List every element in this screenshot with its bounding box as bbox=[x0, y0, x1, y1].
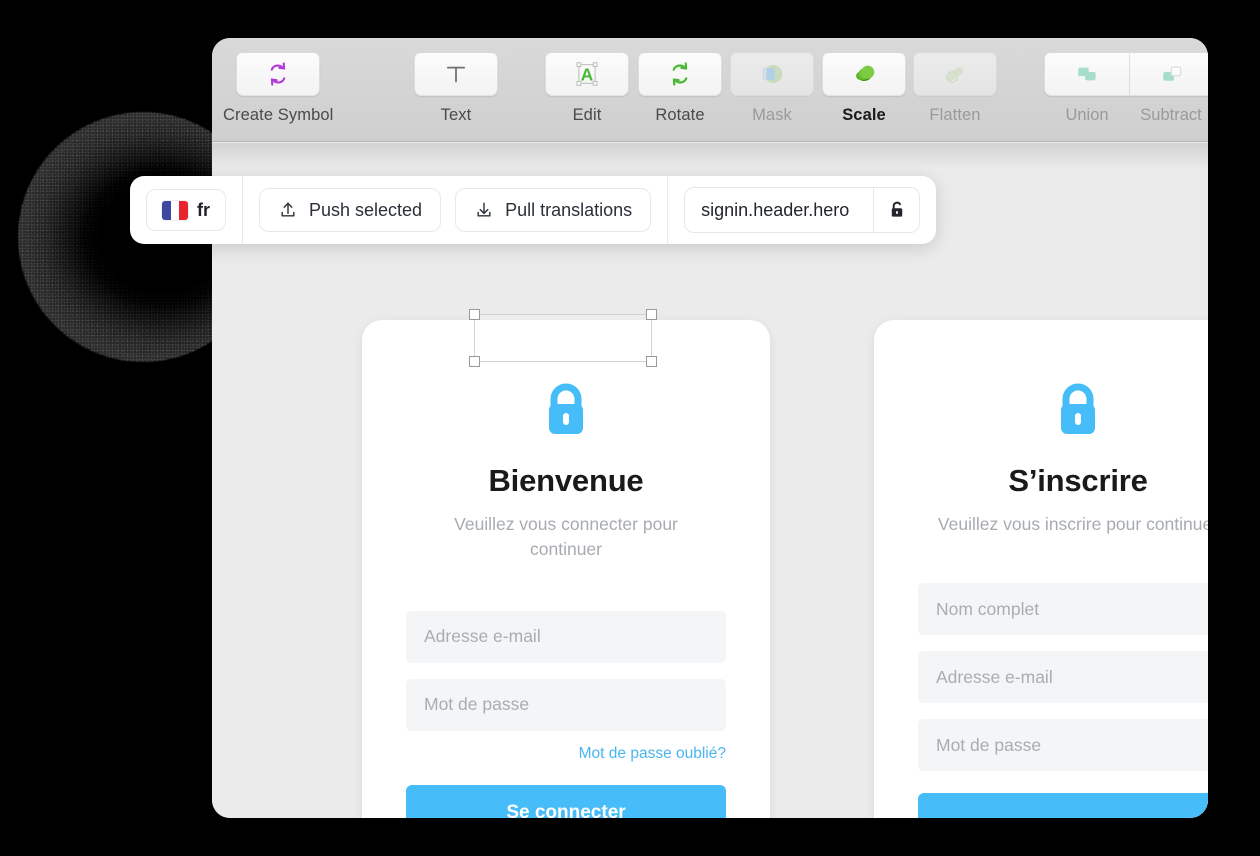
push-selected-button[interactable]: Push selected bbox=[259, 188, 442, 232]
toolbar-item-label: Edit bbox=[572, 106, 602, 124]
toolbar-item-label: Rotate bbox=[655, 106, 705, 124]
toolbar-item-label: Flatten bbox=[929, 106, 981, 124]
unlock-glyph bbox=[891, 201, 902, 217]
fullname-field[interactable]: Nom complet bbox=[918, 583, 1208, 636]
edit-button[interactable]: A bbox=[545, 52, 629, 96]
mask-icon bbox=[762, 65, 783, 83]
create-symbol-icon bbox=[270, 62, 286, 86]
toolbar-item-label: Scale bbox=[842, 106, 886, 124]
artboard-subtitle[interactable]: Veuillez vous inscrire pour continuer bbox=[938, 512, 1208, 537]
design-canvas[interactable]: Bienvenue Veuillez vous connecter pour c… bbox=[212, 143, 1208, 818]
union-icon bbox=[1078, 67, 1096, 81]
lock-icon bbox=[549, 383, 583, 434]
toolbar-item-create-symbol[interactable]: Create Symbol bbox=[223, 52, 333, 125]
email-field[interactable]: Adresse e-mail bbox=[918, 651, 1208, 704]
sync-actions-section: Push selected Pull translations bbox=[243, 176, 667, 244]
toolbar-item-label: Text bbox=[440, 106, 472, 124]
mask-button[interactable] bbox=[730, 52, 814, 96]
pull-translations-button[interactable]: Pull translations bbox=[455, 188, 652, 232]
translation-key-field[interactable]: signin.header.hero bbox=[684, 187, 921, 233]
subtract-button[interactable] bbox=[1129, 53, 1208, 95]
union-label: Union bbox=[1065, 106, 1109, 124]
artboard-signin[interactable]: Bienvenue Veuillez vous connecter pour c… bbox=[362, 320, 770, 818]
password-field[interactable]: Mot de passe bbox=[406, 678, 726, 731]
unlock-icon[interactable] bbox=[873, 188, 919, 232]
key-section: signin.header.hero bbox=[668, 176, 936, 244]
resize-handle-top-left[interactable] bbox=[469, 309, 480, 320]
upload-icon bbox=[281, 202, 295, 217]
toolbar-item-label: Create Symbol bbox=[223, 106, 334, 124]
union-button[interactable] bbox=[1045, 53, 1129, 95]
flag-france-icon bbox=[162, 200, 188, 220]
scale-button[interactable] bbox=[822, 52, 906, 96]
lock-icon bbox=[1061, 383, 1095, 434]
toolbar-item-text[interactable]: Text bbox=[414, 52, 498, 125]
artboard-title[interactable]: Bienvenue bbox=[489, 463, 644, 498]
toolbar-item-mask[interactable]: Mask bbox=[730, 52, 814, 125]
forgot-password-link[interactable]: Mot de passe oublié? bbox=[406, 745, 726, 763]
toolbar-item-rotate[interactable]: Rotate bbox=[638, 52, 722, 125]
subtract-icon bbox=[1162, 66, 1181, 81]
password-field[interactable]: Mot de passe bbox=[918, 719, 1208, 772]
toolbar-item-label: Mask bbox=[752, 106, 792, 124]
signup-button[interactable] bbox=[918, 793, 1208, 818]
signin-button[interactable]: Se connecter bbox=[406, 784, 726, 818]
subtract-label: Subtract bbox=[1140, 106, 1202, 124]
toolbar-item-scale[interactable]: Scale bbox=[822, 52, 906, 125]
toolbar-item-flatten[interactable]: Flatten bbox=[913, 52, 997, 125]
language-selector[interactable]: fr bbox=[146, 189, 226, 231]
translation-plugin-bar: fr Push selected Pull translations signi… bbox=[130, 176, 937, 244]
app-toolbar: Create Symbol Text A Edit Rotate Mask Sc… bbox=[212, 38, 1208, 142]
artboard-signup[interactable]: S’inscrire Veuillez vous inscrire pour c… bbox=[874, 320, 1208, 818]
flatten-icon bbox=[946, 67, 964, 83]
edit-icon: A bbox=[576, 62, 598, 86]
text-icon bbox=[446, 66, 466, 83]
rotate-button[interactable] bbox=[638, 52, 722, 96]
rotate-icon bbox=[672, 62, 688, 86]
create-symbol-button[interactable] bbox=[236, 52, 321, 96]
push-selected-label: Push selected bbox=[309, 199, 423, 220]
toolbar-boolean-group: Union Subtract bbox=[1044, 52, 1208, 125]
artboard-subtitle[interactable]: Veuillez vous connecter pour continuer bbox=[421, 512, 711, 563]
language-code: fr bbox=[197, 199, 210, 220]
design-app-window: Create Symbol Text A Edit Rotate Mask Sc… bbox=[212, 38, 1208, 818]
toolbar-item-edit[interactable]: A Edit bbox=[545, 52, 629, 125]
language-section: fr bbox=[130, 176, 242, 244]
resize-handle-top-right[interactable] bbox=[646, 309, 657, 320]
translation-key-value[interactable]: signin.header.hero bbox=[685, 188, 873, 232]
artboard-title[interactable]: S’inscrire bbox=[1008, 463, 1148, 498]
flatten-button[interactable] bbox=[913, 52, 997, 96]
svg-text:A: A bbox=[581, 65, 594, 85]
text-button[interactable] bbox=[414, 52, 498, 96]
pull-translations-label: Pull translations bbox=[505, 199, 633, 220]
download-icon bbox=[477, 202, 491, 217]
scale-icon bbox=[856, 65, 875, 82]
email-field[interactable]: Adresse e-mail bbox=[406, 610, 726, 663]
